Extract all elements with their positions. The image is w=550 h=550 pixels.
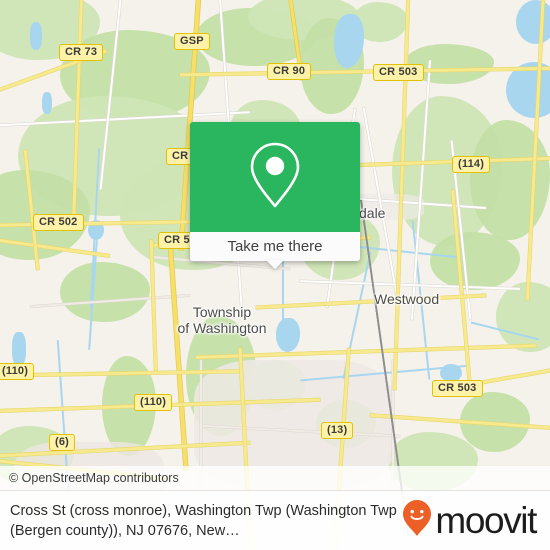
road-shield[interactable]: CR 502: [33, 214, 84, 231]
lake: [30, 22, 42, 50]
road-shield[interactable]: CR 90: [267, 63, 312, 80]
road-shield[interactable]: (6): [49, 434, 76, 451]
moovit-logo[interactable]: moovit: [402, 499, 550, 542]
road-shield[interactable]: (13): [321, 422, 354, 439]
location-info-card[interactable]: Take me there: [190, 122, 360, 269]
moovit-wordmark: moovit: [435, 500, 537, 541]
road-shield[interactable]: CR 503: [373, 64, 424, 81]
take-me-there-button[interactable]: Take me there: [190, 232, 360, 261]
road-shield[interactable]: CR 503: [432, 380, 483, 397]
place-label-township-of-washington: Township of Washington: [162, 304, 282, 336]
take-me-there-label: Take me there: [227, 238, 323, 255]
moovit-pin-smiley-icon: [402, 499, 432, 542]
footer-bar: Cross St (cross monroe), Washington Twp …: [0, 490, 550, 550]
map-attribution-bar: © OpenStreetMap contributors: [0, 466, 550, 490]
place-label-westwood: Westwood: [374, 291, 440, 307]
card-pin-area: [190, 122, 360, 232]
road-shield[interactable]: (114): [452, 156, 491, 173]
lake: [516, 0, 550, 44]
card-pointer-tail: [266, 260, 284, 269]
road-shield[interactable]: GSP: [174, 33, 210, 50]
address-label: Cross St (cross monroe), Washington Twp …: [10, 502, 397, 539]
map-pin-icon: [246, 140, 304, 215]
road-shield[interactable]: (110): [134, 394, 173, 411]
place-label-line: of Washington: [177, 320, 267, 336]
road-shield[interactable]: CR 73: [59, 44, 104, 61]
lake: [42, 92, 52, 114]
attribution-text[interactable]: © OpenStreetMap contributors: [0, 471, 179, 485]
lake: [12, 332, 26, 366]
moovit-map-screenshot: CR 73 GSP CR 90 CR 503 (114) CR 502 CR 5…: [0, 0, 550, 550]
place-label-line: Township: [192, 304, 252, 320]
road-shield[interactable]: (110): [0, 363, 35, 380]
